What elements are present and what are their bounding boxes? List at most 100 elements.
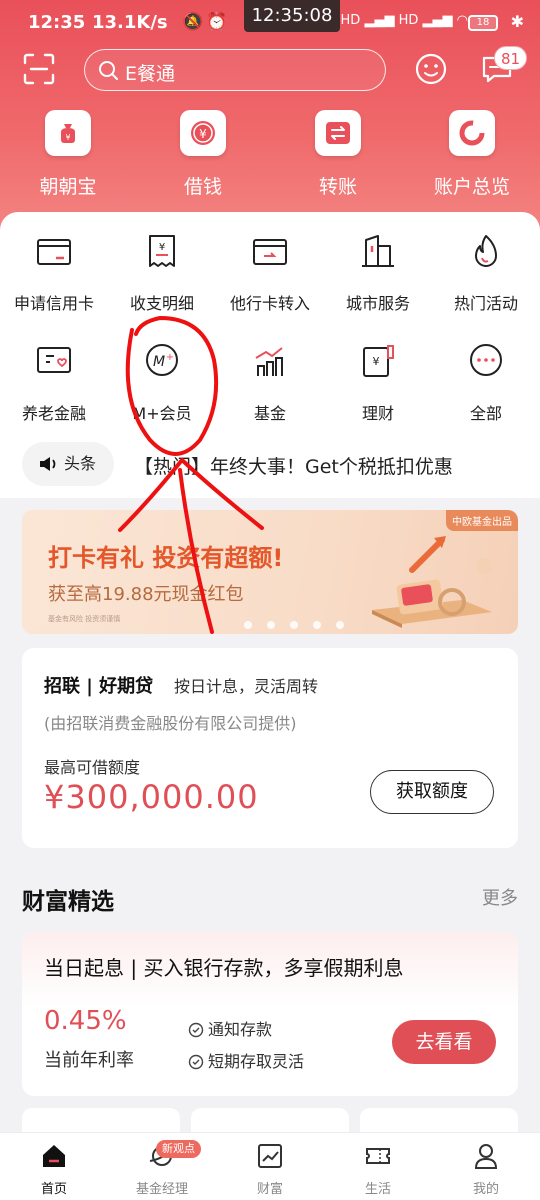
service-label: 热门活动	[453, 294, 518, 313]
tab-label: 生活	[364, 1182, 391, 1197]
svg-text:¥: ¥	[199, 127, 207, 141]
new-insight-badge: 新观点	[156, 1140, 201, 1158]
clock-overlay: 12:35:08	[244, 0, 340, 32]
service-label: 基金	[253, 404, 286, 423]
loan-limit-label: 最高可借额度	[44, 758, 141, 777]
tab-label: 财富	[256, 1182, 283, 1197]
news-headline[interactable]: 【热门】年终大事！Get个税抵扣优惠	[134, 452, 453, 479]
tab-wealth[interactable]: 财富	[216, 1141, 324, 1197]
wealth-product-card[interactable]: 当日起息 | 买入银行存款，多享假期利息 0.45% 当前年利率 通知存款 短期…	[22, 932, 518, 1096]
quick-action-label: 朝朝宝	[39, 176, 97, 198]
service-credit-card[interactable]: 申请信用卡	[0, 232, 108, 314]
battery-icon: 18	[468, 15, 498, 31]
ring-chart-icon	[449, 110, 495, 156]
service-label: 理财	[361, 404, 394, 423]
service-label: 养老金融	[21, 404, 86, 423]
service-label: 他行卡转入	[229, 294, 310, 313]
service-wealth[interactable]: ¥ 理财	[324, 342, 432, 424]
service-label: 全部	[469, 404, 502, 423]
search-placeholder: E餐通	[125, 63, 176, 85]
card-transfer-icon	[253, 239, 287, 265]
net-speed: 13.1K/s	[92, 12, 168, 33]
banner-subtitle: 获至高19.88元现金红包	[48, 584, 244, 605]
product-rate: 0.45%	[44, 1006, 127, 1036]
home-icon	[43, 1145, 65, 1167]
banner-corner-tag: 中欧基金出品	[446, 510, 518, 531]
credit-card-icon	[37, 239, 71, 265]
service-city[interactable]: 城市服务	[324, 232, 432, 314]
carousel-dots[interactable]	[244, 614, 359, 633]
bottom-tab-bar: 首页 基金经理 财富 生活 我的	[0, 1132, 540, 1200]
wealth-section-title: 财富精选	[22, 889, 114, 915]
svg-text:¥: ¥	[65, 133, 70, 142]
check-circle-icon	[188, 1022, 204, 1038]
news-tag-label: 头条	[64, 454, 97, 473]
fund-chart-icon	[255, 347, 283, 376]
status-time: 12:35	[28, 12, 86, 33]
tab-label: 我的	[472, 1182, 499, 1197]
quick-action-zhaozhaobao[interactable]: ¥ 朝朝宝	[13, 110, 123, 199]
tab-life[interactable]: 生活	[324, 1141, 432, 1197]
service-label: 城市服务	[345, 294, 410, 313]
product-title: 当日起息 | 买入银行存款，多享假期利息	[44, 956, 404, 980]
service-hot-events[interactable]: 热门活动	[432, 232, 540, 314]
svg-text:¥: ¥	[373, 355, 380, 368]
trend-chart-icon	[258, 1144, 282, 1168]
quick-action-label: 借钱	[183, 176, 222, 198]
flame-icon	[475, 235, 497, 267]
gift-box-illustration	[372, 536, 492, 628]
product-feature: 通知存款	[188, 1016, 272, 1040]
svg-text:¥: ¥	[159, 242, 165, 253]
banner-risk-note: 基金有风险 投资须谨慎	[48, 615, 121, 623]
user-icon	[474, 1144, 498, 1169]
svg-text:M: M	[153, 354, 165, 370]
money-bag-icon: ¥	[45, 110, 91, 156]
tab-label: 首页	[40, 1182, 67, 1197]
service-label: M+会员	[132, 404, 192, 423]
news-ticker[interactable]: 头条 【热门】年终大事！Get个税抵扣优惠	[0, 436, 540, 498]
service-label: 收支明细	[129, 294, 194, 313]
quick-action-borrow[interactable]: ¥ 借钱	[148, 110, 258, 199]
pension-icon	[37, 347, 71, 373]
svg-text:+: +	[166, 352, 174, 363]
wealth-doc-icon: ¥	[363, 345, 394, 377]
quick-action-overview[interactable]: 账户总览	[417, 110, 527, 199]
service-pension[interactable]: 养老金融	[0, 342, 108, 424]
service-label: 申请信用卡	[13, 294, 94, 313]
tab-home[interactable]: 首页	[0, 1141, 108, 1197]
get-limit-button[interactable]: 获取额度	[370, 770, 494, 814]
product-rate-label: 当前年利率	[44, 1050, 134, 1071]
quick-action-label: 转账	[318, 176, 357, 198]
quick-action-label: 账户总览	[433, 176, 510, 198]
service-all[interactable]: 全部	[432, 342, 540, 424]
service-card-transfer[interactable]: 他行卡转入	[216, 232, 324, 314]
service-statement[interactable]: ¥ 收支明细	[108, 232, 216, 314]
bluetooth-icon: ✱	[510, 12, 524, 31]
search-input[interactable]: E餐通	[84, 49, 386, 91]
service-m-plus[interactable]: M + M+会员	[108, 342, 216, 424]
loan-slogan: 按日计息，灵活周转	[174, 677, 319, 696]
search-icon	[99, 61, 118, 80]
ticket-icon	[366, 1148, 390, 1164]
status-bar: 12:35 13.1K/s 🔕⏰ 12:35:08 HD ▂▄▆ HD ▂▄▆ …	[0, 0, 540, 46]
product-feature: 短期存取灵活	[188, 1048, 304, 1072]
signal-icon: HD ▂▄▆ HD ▂▄▆ ◠	[340, 13, 468, 28]
assistant-face-icon[interactable]	[414, 52, 448, 86]
service-fund[interactable]: 基金	[216, 342, 324, 424]
wealth-more-link[interactable]: 更多	[482, 884, 518, 910]
loan-amount: ¥300,000.00	[44, 778, 259, 816]
promo-banner[interactable]: 中欧基金出品 打卡有礼 投资有超额! 获至高19.88元现金红包 基金有风险 投…	[22, 510, 518, 634]
tab-mine[interactable]: 我的	[432, 1141, 540, 1197]
m-plus-member-icon: M +	[146, 344, 178, 376]
scan-icon[interactable]	[22, 52, 56, 86]
yen-coin-icon: ¥	[180, 110, 226, 156]
message-badge: 81	[494, 46, 528, 70]
loan-card[interactable]: 招联 | 好期贷 按日计息，灵活周转 (由招联消费金融股份有限公司提供) 最高可…	[22, 648, 518, 848]
receipt-icon: ¥	[149, 235, 175, 267]
speaker-icon	[40, 457, 56, 471]
go-see-button[interactable]: 去看看	[392, 1020, 496, 1064]
quick-action-transfer[interactable]: 转账	[283, 110, 393, 199]
more-dots-icon	[470, 344, 502, 376]
banner-title: 打卡有礼 投资有超额!	[48, 544, 284, 572]
transfer-icon	[315, 110, 361, 156]
